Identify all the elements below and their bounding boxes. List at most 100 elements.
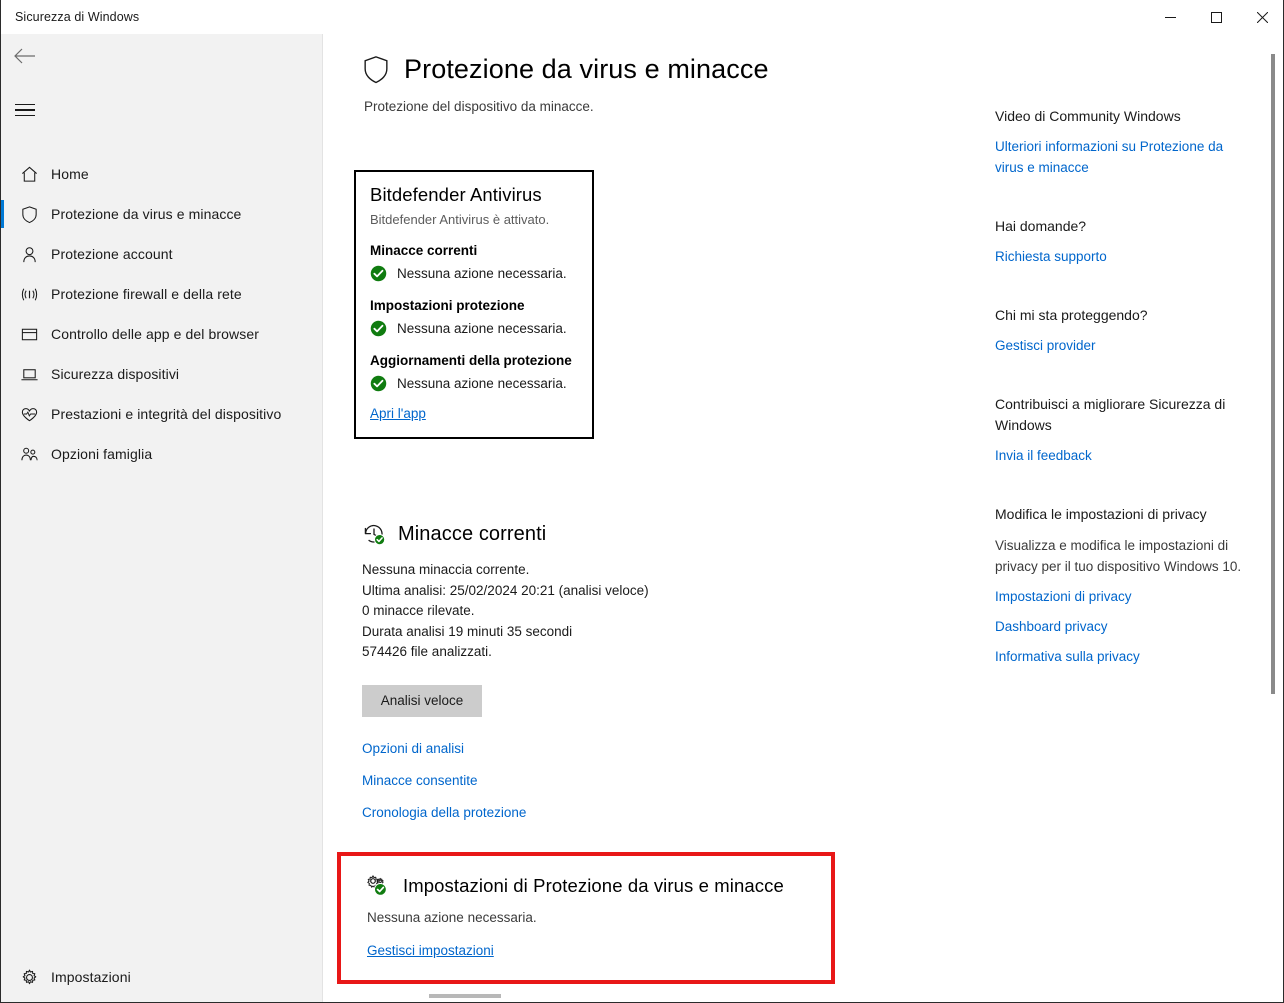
- allowed-threats-link[interactable]: Minacce consentite: [362, 773, 649, 788]
- horizontal-scrollbar-thumb[interactable]: [429, 994, 501, 998]
- sidebar-item-account-protection[interactable]: Protezione account: [1, 234, 323, 274]
- antivirus-provider-card: Bitdefender Antivirus Bitdefender Antivi…: [354, 170, 594, 439]
- close-icon: [1256, 11, 1268, 23]
- antivirus-status-row: Nessuna azione necessaria.: [370, 320, 578, 337]
- sidebar-item-label: Sicurezza dispositivi: [51, 366, 180, 382]
- maximize-icon: [1210, 11, 1222, 23]
- home-icon: [13, 165, 45, 184]
- antivirus-group: Aggiornamenti della protezione Nessuna a…: [370, 353, 578, 392]
- family-icon: [13, 445, 45, 464]
- sidebar-item-home[interactable]: Home: [1, 154, 323, 194]
- page-header: Protezione da virus e minacce Protezione…: [362, 54, 769, 114]
- rail-heading: Modifica le impostazioni di privacy: [995, 506, 1207, 522]
- minimize-icon: [1164, 16, 1176, 18]
- antivirus-group-heading: Minacce correnti: [370, 243, 478, 258]
- gears-check-icon: [367, 875, 387, 896]
- threats-line: 574426 file analizzati.: [362, 644, 492, 659]
- sidebar-item-label: Impostazioni: [51, 969, 131, 985]
- shield-icon: [364, 55, 388, 83]
- laptop-icon: [13, 365, 45, 384]
- shield-icon: [13, 205, 45, 224]
- sidebar-item-label: Protezione account: [51, 246, 173, 262]
- antivirus-status-text: Nessuna azione necessaria.: [397, 321, 567, 336]
- antivirus-status-text: Nessuna azione necessaria.: [397, 266, 567, 281]
- sidebar-item-device-security[interactable]: Sicurezza dispositivi: [1, 354, 323, 394]
- gear-icon: [13, 968, 45, 987]
- rail-block: Contribuisci a migliorare Sicurezza di W…: [995, 394, 1245, 466]
- sidebar-item-virus-threat-protection[interactable]: Protezione da virus e minacce: [1, 194, 323, 234]
- close-button[interactable]: [1239, 0, 1283, 34]
- window-icon: [13, 325, 45, 344]
- send-feedback-link[interactable]: Invia il feedback: [995, 445, 1245, 466]
- vertical-scrollbar[interactable]: [1266, 35, 1282, 985]
- sidebar-nav: Home Protezione da virus e minacce Prote…: [1, 154, 323, 474]
- open-app-link[interactable]: Apri l'app: [370, 406, 426, 421]
- quick-scan-button[interactable]: Analisi veloce: [362, 684, 482, 717]
- sidebar-item-device-performance-health[interactable]: Prestazioni e integrità del dispositivo: [1, 394, 323, 434]
- check-circle-icon: [370, 320, 387, 337]
- rail-heading: Video di Community Windows: [995, 108, 1181, 124]
- settings-card-status: Nessuna azione necessaria.: [367, 910, 537, 925]
- back-button[interactable]: [1, 34, 49, 78]
- threats-line: Ultima analisi: 25/02/2024 20:21 (analis…: [362, 582, 649, 598]
- page-subtitle: Protezione del dispositivo da minacce.: [364, 99, 594, 114]
- wifi-icon: [13, 285, 45, 304]
- check-circle-icon: [370, 265, 387, 282]
- rail-paragraph: Visualizza e modifica le impostazioni di…: [995, 538, 1242, 574]
- window-controls: [1147, 0, 1283, 34]
- window-title: Sicurezza di Windows: [15, 9, 140, 24]
- heart-icon: [13, 405, 45, 424]
- privacy-settings-link[interactable]: Impostazioni di privacy: [995, 586, 1245, 607]
- manage-providers-link[interactable]: Gestisci provider: [995, 335, 1245, 356]
- check-circle-icon: [370, 375, 387, 392]
- sidebar-item-label: Home: [51, 166, 89, 182]
- sidebar-bottom: Impostazioni: [1, 957, 323, 997]
- antivirus-group: Minacce correnti Nessuna azione necessar…: [370, 243, 578, 282]
- antivirus-subtitle: Bitdefender Antivirus è attivato.: [370, 212, 550, 227]
- antivirus-status-row: Nessuna azione necessaria.: [370, 375, 578, 392]
- menu-button[interactable]: [1, 90, 49, 130]
- horizontal-scrollbar[interactable]: [324, 991, 1268, 1001]
- rail-block: Hai domande? Richiesta supporto: [995, 216, 1245, 267]
- learn-more-link[interactable]: Ulteriori informazioni su Protezione da …: [995, 136, 1245, 178]
- antivirus-title: Bitdefender Antivirus: [370, 184, 542, 205]
- sidebar-item-family-options[interactable]: Opzioni famiglia: [1, 434, 323, 474]
- sidebar-item-label: Protezione firewall e della rete: [51, 286, 242, 302]
- settings-card-title: Impostazioni di Protezione da virus e mi…: [365, 874, 807, 898]
- sidebar: Home Protezione da virus e minacce Prote…: [1, 34, 323, 1002]
- right-rail: Video di Community Windows Ulteriori inf…: [995, 106, 1245, 705]
- page-title: Protezione da virus e minacce: [362, 54, 769, 85]
- get-help-link[interactable]: Richiesta supporto: [995, 246, 1245, 267]
- current-threats-section: Minacce correnti Nessuna minaccia corren…: [362, 522, 649, 837]
- sidebar-item-label: Prestazioni e integrità del dispositivo: [51, 406, 282, 422]
- back-arrow-icon: [14, 48, 35, 64]
- threats-links: Opzioni di analisi Minacce consentite Cr…: [362, 741, 649, 820]
- scan-options-link[interactable]: Opzioni di analisi: [362, 741, 649, 756]
- minimize-button[interactable]: [1147, 0, 1193, 34]
- person-icon: [13, 245, 45, 264]
- privacy-statement-link[interactable]: Informativa sulla privacy: [995, 646, 1245, 667]
- sidebar-item-settings[interactable]: Impostazioni: [1, 957, 323, 997]
- antivirus-status-text: Nessuna azione necessaria.: [397, 376, 567, 391]
- antivirus-status-row: Nessuna azione necessaria.: [370, 265, 578, 282]
- vertical-scrollbar-thumb[interactable]: [1271, 54, 1275, 694]
- privacy-dashboard-link[interactable]: Dashboard privacy: [995, 616, 1245, 637]
- virus-threat-settings-card: Impostazioni di Protezione da virus e mi…: [337, 852, 835, 984]
- sidebar-item-firewall-network[interactable]: Protezione firewall e della rete: [1, 274, 323, 314]
- sidebar-item-app-browser-control[interactable]: Controllo delle app e del browser: [1, 314, 323, 354]
- rail-heading: Hai domande?: [995, 218, 1087, 234]
- current-threats-details: Nessuna minaccia corrente. Ultima analis…: [362, 560, 649, 663]
- threats-line: 0 minacce rilevate.: [362, 603, 475, 618]
- hamburger-icon: [15, 100, 35, 121]
- rail-block: Modifica le impostazioni di privacy Visu…: [995, 504, 1245, 667]
- main-content: Protezione da virus e minacce Protezione…: [324, 34, 1283, 1002]
- antivirus-group-heading: Impostazioni protezione: [370, 298, 525, 313]
- rail-block: Chi mi sta proteggendo? Gestisci provide…: [995, 305, 1245, 356]
- windows-security-window: Sicurezza di Windows Home Protezione da …: [0, 0, 1284, 1003]
- threats-line: Durata analisi 19 minuti 35 secondi: [362, 623, 573, 639]
- maximize-button[interactable]: [1193, 0, 1239, 34]
- rail-heading: Contribuisci a migliorare Sicurezza di W…: [995, 396, 1226, 433]
- sidebar-item-label: Opzioni famiglia: [51, 446, 153, 462]
- manage-settings-link[interactable]: Gestisci impostazioni: [367, 943, 494, 958]
- protection-history-link[interactable]: Cronologia della protezione: [362, 805, 649, 820]
